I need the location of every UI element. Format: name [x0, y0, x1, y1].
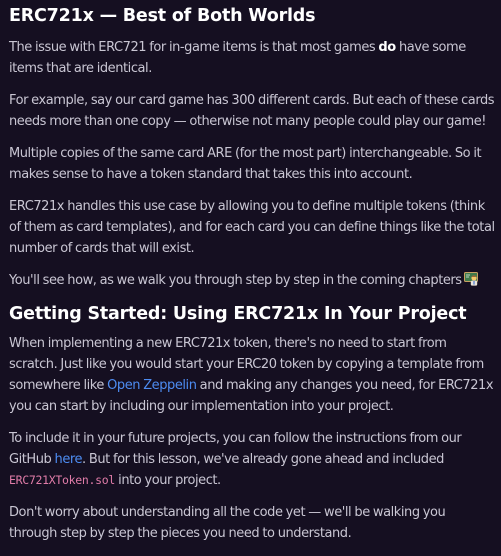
paragraph-text: into your project.: [114, 473, 221, 488]
filename-code: ERC721XToken.sol: [9, 473, 115, 487]
lesson-content: ERC721x — Best of Both Worlds The issue …: [9, 0, 495, 555]
paragraph-text: You'll see how, as we walk you through s…: [9, 273, 462, 288]
section-title-getting-started: Getting Started: Using ERC721x In Your P…: [9, 304, 467, 324]
paragraph-walkthrough: You'll see how, as we walk you through s…: [9, 270, 495, 291]
section-title-erc721x: ERC721x — Best of Both Worlds: [9, 6, 316, 26]
paragraph-text: . But for this lesson, we've already gon…: [82, 452, 444, 467]
paragraph-example: For example, say our card game has 300 d…: [9, 93, 495, 129]
paragraph-dont-worry: Don't worry about understanding all the …: [9, 505, 446, 541]
paragraph-copies: Multiple copies of the same card ARE (fo…: [9, 146, 482, 182]
teacher-emoji-icon: [463, 272, 478, 286]
paragraph-text: The issue with ERC721 for in-game items …: [9, 40, 379, 55]
paragraph-implementing: When implementing a new ERC721x token, t…: [9, 333, 495, 417]
paragraph-erc721x-usecase: ERC721x handles this use case by allowin…: [9, 199, 495, 256]
open-zeppelin-link[interactable]: Open Zeppelin: [107, 378, 197, 393]
github-here-link[interactable]: here: [55, 452, 83, 467]
bold-text: do: [378, 40, 396, 55]
paragraph-issue: The issue with ERC721 for in-game items …: [9, 37, 495, 79]
paragraph-include: To include it in your future projects, y…: [9, 428, 495, 491]
